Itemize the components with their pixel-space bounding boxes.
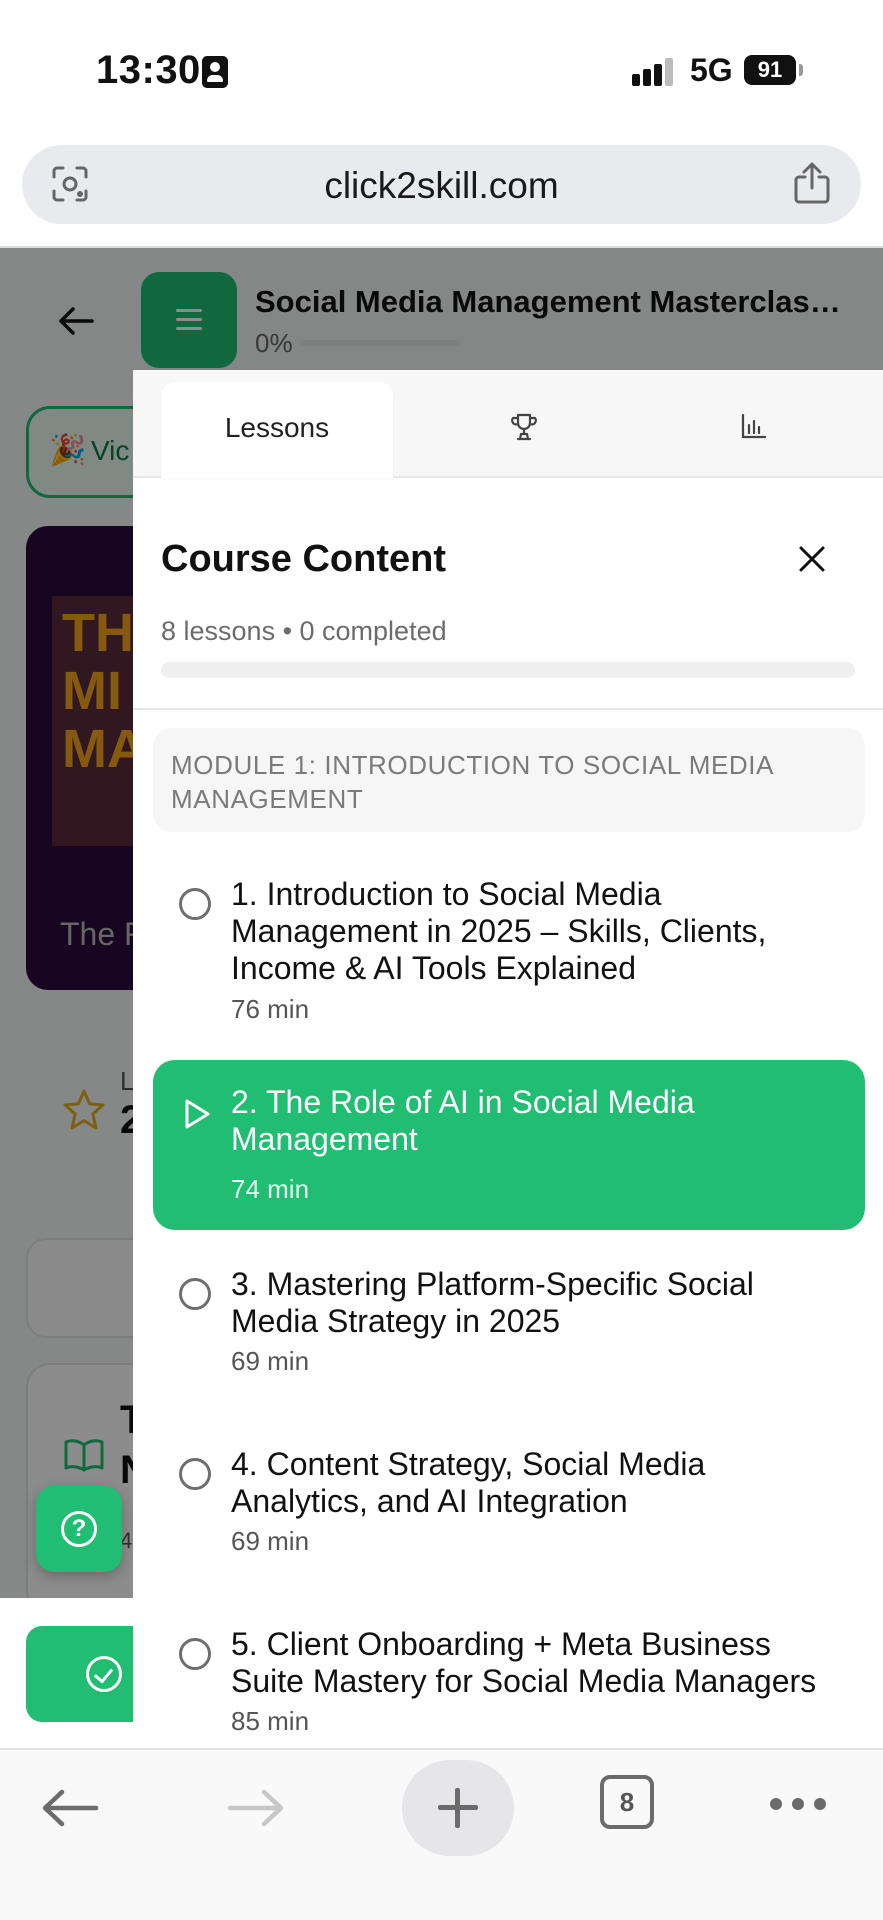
incomplete-circle-icon[interactable] — [179, 1278, 211, 1310]
address-bar[interactable]: click2skill.com — [22, 145, 861, 224]
lesson-item-1[interactable]: 1. Introduction to Social Media Manageme… — [153, 860, 865, 1030]
lesson-title: 4. Content Strategy, Social Media Analyt… — [231, 1446, 706, 1519]
incomplete-circle-icon[interactable] — [179, 888, 211, 920]
status-bar: 13:30 5G 91 — [0, 0, 883, 140]
battery-icon: 91 — [744, 55, 796, 85]
lesson-item-3[interactable]: 3. Mastering Platform-Specific Social Me… — [153, 1250, 865, 1400]
content-header: Course Content 8 lessons • 0 completed — [133, 478, 883, 710]
help-button[interactable]: ? — [36, 1486, 122, 1572]
lesson-duration: 74 min — [231, 1174, 310, 1204]
incomplete-circle-icon[interactable] — [179, 1638, 211, 1670]
close-icon[interactable] — [797, 544, 827, 574]
help-icon: ? — [61, 1511, 97, 1547]
course-content-drawer: Lessons Course Content 8 lessons • 0 com… — [133, 370, 883, 1748]
lesson-title: 5. Client Onboarding + Meta Business Sui… — [231, 1626, 817, 1699]
browser-toolbar: 8 — [0, 1748, 883, 1920]
lesson-title: 1. Introduction to Social Media Manageme… — [231, 876, 767, 986]
module-header[interactable]: Module 1: Introduction to Social Media M… — [153, 728, 865, 832]
lesson-title: 2. The Role of AI in Social Media Manage… — [231, 1084, 695, 1157]
bar-chart-icon — [741, 413, 767, 439]
battery-tip — [799, 64, 803, 76]
lesson-duration: 69 min — [231, 1346, 310, 1376]
url-text[interactable]: click2skill.com — [22, 165, 861, 207]
incomplete-circle-icon[interactable] — [179, 1458, 211, 1490]
tab-lessons[interactable]: Lessons — [161, 382, 393, 478]
lesson-duration: 85 min — [231, 1706, 310, 1736]
browser-forward-icon[interactable] — [226, 1788, 286, 1828]
lesson-duration: 69 min — [231, 1526, 310, 1556]
share-icon[interactable] — [793, 161, 831, 205]
tab-stats[interactable] — [638, 382, 870, 478]
tab-achievements[interactable] — [408, 382, 640, 478]
content-progress-bar — [161, 662, 855, 678]
signal-icon — [632, 58, 674, 86]
play-icon — [185, 1099, 210, 1129]
trophy-icon — [511, 413, 537, 441]
drawer-tabs: Lessons — [133, 370, 883, 478]
tab-switcher-button[interactable]: 8 — [600, 1775, 654, 1829]
lesson-duration: 76 min — [231, 994, 310, 1024]
lesson-count: 8 lessons • 0 completed — [161, 616, 447, 646]
content-title: Course Content — [161, 538, 446, 580]
contact-card-icon — [202, 56, 228, 88]
network-type: 5G — [690, 52, 733, 88]
check-circle-icon — [86, 1656, 122, 1692]
new-tab-button[interactable] — [402, 1760, 514, 1856]
browser-back-icon[interactable] — [40, 1788, 100, 1828]
lesson-item-5[interactable]: 5. Client Onboarding + Meta Business Sui… — [153, 1610, 865, 1748]
lesson-title: 3. Mastering Platform-Specific Social Me… — [231, 1266, 754, 1339]
lesson-item-2[interactable]: 2. The Role of AI in Social Media Manage… — [153, 1060, 865, 1230]
lesson-item-4[interactable]: 4. Content Strategy, Social Media Analyt… — [153, 1430, 865, 1580]
status-time: 13:30 — [96, 48, 201, 92]
more-options-icon[interactable] — [770, 1798, 826, 1812]
